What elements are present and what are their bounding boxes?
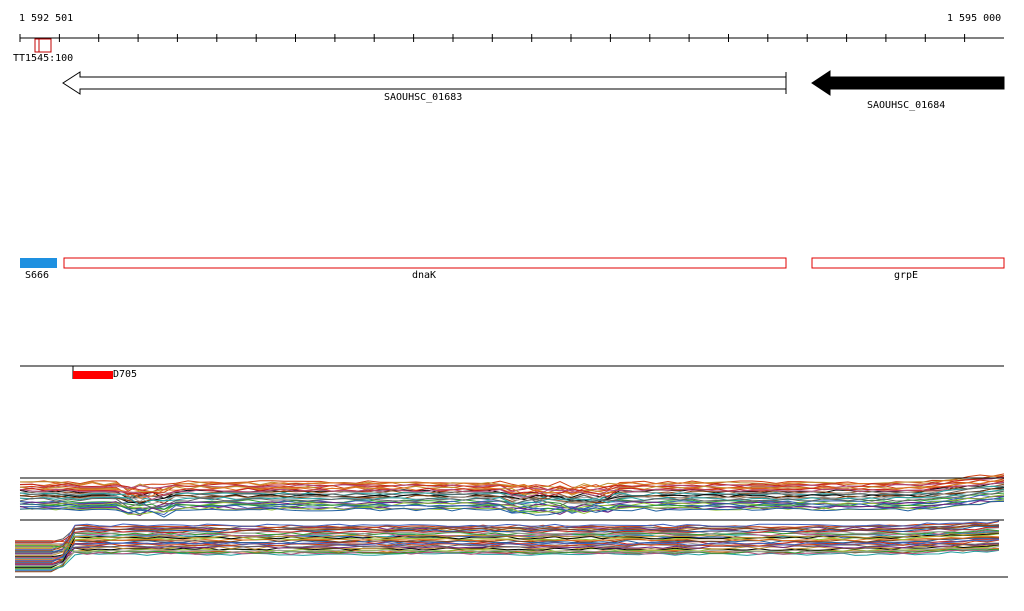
- feature-label-d705: D705: [113, 369, 138, 380]
- annotation-bar-dnak[interactable]: [63, 257, 787, 269]
- annotation-label-grpe: grpE: [894, 270, 919, 281]
- gene-label-saouhsc-01684: SAOUHSC_01684: [867, 100, 946, 111]
- annotation-label-dnak: dnaK: [412, 270, 437, 281]
- gene-arrow-saouhsc-01684[interactable]: [811, 70, 1005, 96]
- gene-label-saouhsc-01683: SAOUHSC_01683: [384, 92, 463, 103]
- annotation-bar-grpe[interactable]: [811, 257, 1005, 269]
- feature-bar-d705[interactable]: [73, 371, 113, 379]
- annotation-bar-s666[interactable]: [20, 258, 57, 268]
- terminator-label: TT1545:100: [13, 53, 74, 64]
- terminator-marker[interactable]: [34, 38, 52, 53]
- annotation-label-s666: S666: [25, 270, 50, 281]
- genome-browser-canvas: [15, 34, 1008, 578]
- ruler-axis: [19, 34, 1004, 42]
- expression-profiles: [15, 473, 1008, 578]
- gene-arrow-saouhsc-01683[interactable]: [62, 71, 787, 95]
